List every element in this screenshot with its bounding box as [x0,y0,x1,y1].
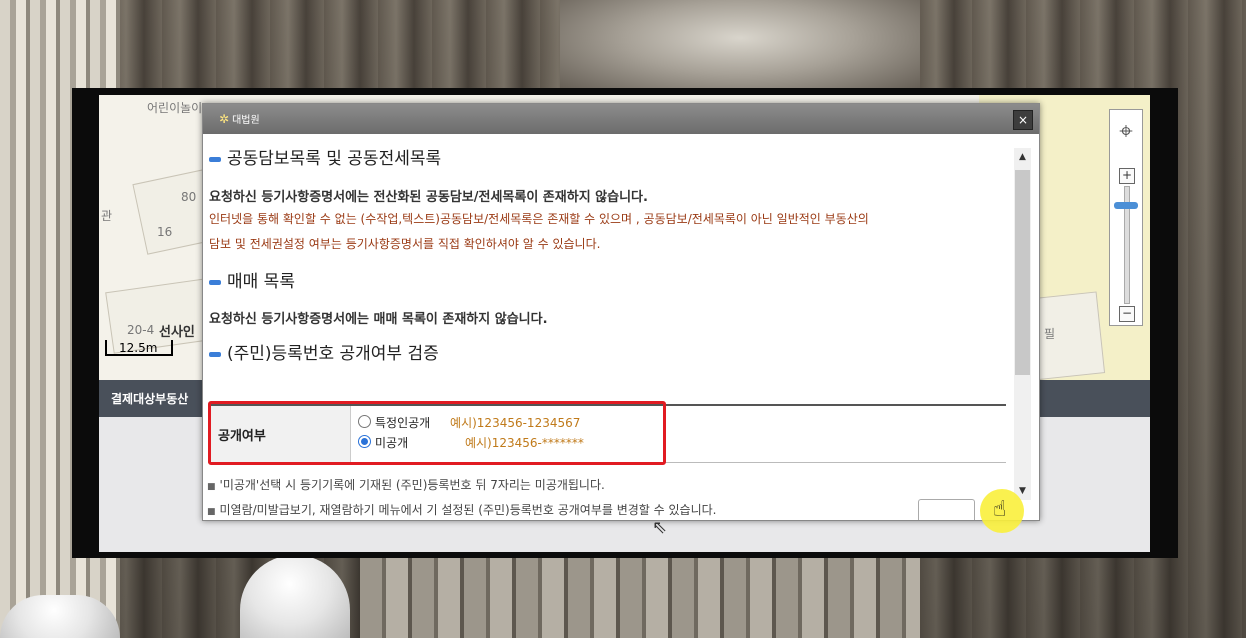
map-label: 선사인 [159,325,195,340]
band-label: 결제대상부동산 [111,392,189,406]
hand-cursor-icon: ☝ [993,497,1007,522]
bullet-icon [209,351,221,357]
background-lamp [240,555,350,638]
map-label: 관 [101,209,113,223]
scroll-thumb[interactable] [1015,170,1030,375]
zoom-out-icon[interactable]: − [1119,306,1135,322]
bullet-dot-icon: ■ [207,482,216,492]
logo-text: 대법원 [232,115,260,126]
notice-text: 요청하신 등기사항증명서에는 매매 목록이 존재하지 않습니다. [209,312,548,327]
note-text: '미공개'선택 시 등기기록에 기재된 (주민)등록번호 뒤 7자리는 미공개됩… [219,478,605,492]
popup-dialog: ✲ 대법원 × 공동담보목록 및 공동전세목록 요청하신 등기사항증명서에는 전산… [202,103,1040,521]
logo-mark-icon: ✲ [219,112,230,126]
map-label: 필 [1044,327,1056,341]
section-title-text: (주민)등록번호 공개여부 검증 [227,344,439,364]
zoom-in-icon[interactable]: + [1119,168,1135,184]
dialog-button-partial[interactable] [918,499,975,520]
supreme-court-logo: ✲ 대법원 [219,111,260,126]
zoom-slider-thumb[interactable] [1114,202,1138,209]
section-title-text: 매매 목록 [227,272,295,292]
bullet-icon [209,156,221,162]
warning-text: 담보 및 전세권설정 여부는 등기사항증명서를 직접 확인하셔야 알 수 있습니… [209,237,601,251]
map-scale-label: 12.5m [119,341,158,355]
section-title: 매매 목록 [209,267,295,292]
scroll-up-icon[interactable]: ▲ [1014,150,1031,164]
notice-text: 요청하신 등기사항증명서에는 전산화된 공동담보/전세목록이 존재하지 않습니다… [209,190,648,205]
section-title: (주민)등록번호 공개여부 검증 [209,339,439,364]
note-text: 미열람/미발급보기, 재열람하기 메뉴에서 기 설정된 (주민)등록번호 공개여… [219,503,717,517]
background-frieze [360,556,920,638]
dialog-body: 공동담보목록 및 공동전세목록 요청하신 등기사항증명서에는 전산화된 공동담보… [203,134,1011,520]
dialog-header: ✲ 대법원 × [203,104,1039,134]
note-item: ■ '미공개'선택 시 등기기록에 기재된 (주민)등록번호 뒤 7자리는 미공개… [207,476,605,493]
note-item: ■ 미열람/미발급보기, 재열람하기 메뉴에서 기 설정된 (주민)등록번호 공개… [207,501,716,518]
section-title: 공동담보목록 및 공동전세목록 [209,144,441,169]
move-cursor-icon: ⇖ [652,517,668,538]
highlight-annotation [208,401,666,465]
map-zoom-control: ⌖ + − [1109,109,1143,326]
warning-text: 인터넷을 통해 확인할 수 없는 (수작업,텍스트)공동담보/전세목록은 존재할… [209,212,869,226]
map-label: 어린이놀이 [147,101,203,115]
map-label: 16 [157,225,173,239]
close-icon[interactable]: × [1013,110,1033,130]
bullet-dot-icon: ■ [207,507,216,517]
bullet-icon [209,279,221,285]
background-capital [560,0,920,95]
section-title-text: 공동담보목록 및 공동전세목록 [227,149,442,169]
korea-map-icon[interactable]: ⌖ [1112,112,1140,150]
map-label: 80 [181,190,197,204]
dialog-scrollbar[interactable]: ▲ ▼ [1014,148,1031,500]
map-label: 20-4 [127,323,155,337]
